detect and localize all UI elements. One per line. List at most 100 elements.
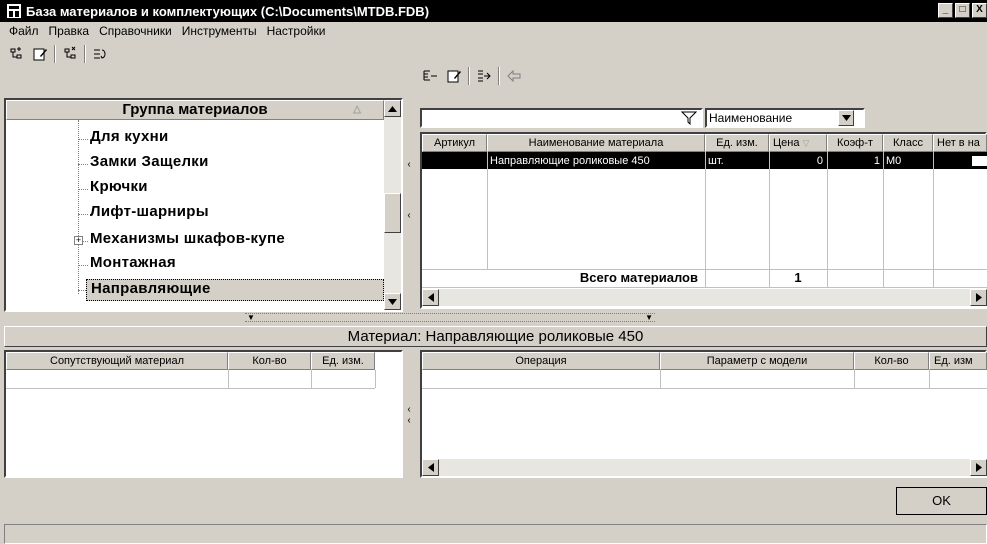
chevron-left-icon: ‹ xyxy=(407,210,411,221)
delete-group-button[interactable] xyxy=(60,44,80,64)
ok-button[interactable]: OK xyxy=(896,487,987,515)
splitter-grip[interactable]: ▼ ▼ xyxy=(245,313,655,322)
vertical-splitter[interactable]: ‹ ‹ xyxy=(405,150,413,230)
tree-connector xyxy=(78,120,79,294)
scroll-left-button[interactable] xyxy=(422,289,439,306)
move-group-button[interactable] xyxy=(90,44,110,64)
ok-button-label: OK xyxy=(932,493,951,508)
scroll-right-button[interactable] xyxy=(970,289,987,306)
col-header-name[interactable]: Наименование материала xyxy=(487,134,705,152)
minimize-button[interactable]: _ xyxy=(938,3,953,18)
material-label-bar: Материал: Направляющие роликовые 450 xyxy=(4,326,987,347)
chevron-down-icon xyxy=(841,115,851,121)
absent-checkbox[interactable] xyxy=(972,156,987,166)
grid-line xyxy=(228,370,229,388)
maximize-button[interactable]: □ xyxy=(955,3,970,18)
close-button[interactable]: X xyxy=(972,3,987,18)
col-header-operation[interactable]: Операция xyxy=(422,352,660,370)
scroll-up-button[interactable] xyxy=(384,100,401,117)
arrow-down-icon xyxy=(388,298,397,305)
scroll-down-button[interactable] xyxy=(384,293,401,310)
col-header-coef[interactable]: Коэф-т xyxy=(827,134,883,152)
chevron-down-icon: ▼ xyxy=(645,313,653,322)
scroll-left-button[interactable] xyxy=(422,459,439,476)
edit-icon xyxy=(33,48,47,61)
cell-unit: шт. xyxy=(708,155,724,167)
tree-item[interactable]: Для кухни xyxy=(90,128,169,145)
delete-tree-icon xyxy=(64,46,76,59)
scroll-right-button[interactable] xyxy=(970,459,987,476)
operations-hscrollbar[interactable] xyxy=(422,459,987,476)
col-header-price[interactable]: Цена ▽ xyxy=(769,134,827,152)
menu-references[interactable]: Справочники xyxy=(94,24,177,38)
materials-hscrollbar[interactable] xyxy=(422,289,987,306)
col-header-price-label: Цена xyxy=(773,137,800,149)
tree-connector xyxy=(78,139,88,140)
tree-item-selected[interactable]: Направляющие xyxy=(86,279,384,301)
grid-line xyxy=(705,152,706,287)
menu-file[interactable]: Файл xyxy=(4,24,44,38)
menu-bar: Файл Правка Справочники Инструменты Наст… xyxy=(0,22,987,40)
arrow-right-icon xyxy=(975,293,982,302)
cell-name: Направляющие роликовые 450 xyxy=(490,155,650,167)
chevron-left-icon: ‹ xyxy=(407,404,411,415)
add-group-button[interactable] xyxy=(6,44,26,64)
filter-button[interactable] xyxy=(678,110,700,126)
grid-line xyxy=(769,152,770,287)
col-header-article[interactable]: Артикул xyxy=(422,134,487,152)
grid-line xyxy=(883,152,884,287)
material-label: Материал: Направляющие роликовые 450 xyxy=(347,328,644,345)
col-header-unit[interactable]: Ед. изм. xyxy=(311,352,375,370)
toolbar-separator xyxy=(468,67,470,85)
col-header-qty[interactable]: Кол-во xyxy=(228,352,311,370)
col-header-unit[interactable]: Ед. изм. xyxy=(705,134,769,152)
field-select-dropdown[interactable] xyxy=(838,110,854,126)
toolbar-separator xyxy=(498,67,500,85)
sort-desc-icon: ▽ xyxy=(802,138,810,148)
col-header-qty[interactable]: Кол-во xyxy=(854,352,929,370)
edit-group-button[interactable] xyxy=(30,44,50,64)
tree-connector xyxy=(78,164,88,165)
tree-item[interactable]: Крючки xyxy=(90,178,148,195)
edit-icon xyxy=(447,70,461,83)
move-icon xyxy=(94,49,106,59)
tree-item[interactable]: Механизмы шкафов-купе xyxy=(90,230,285,247)
vertical-splitter[interactable]: ‹ ‹ xyxy=(405,395,413,435)
col-header-absent[interactable]: Нет в на xyxy=(933,134,987,152)
col-header-unit[interactable]: Ед. изм xyxy=(929,352,987,370)
materials-toolbar xyxy=(420,64,524,88)
add-material-button[interactable] xyxy=(420,66,440,86)
menu-settings[interactable]: Настройки xyxy=(262,24,331,38)
expand-plus-icon[interactable]: + xyxy=(74,236,83,245)
search-input[interactable] xyxy=(420,108,703,128)
tree-connector xyxy=(83,241,88,242)
app-icon xyxy=(7,4,21,18)
add-tree-icon xyxy=(10,47,22,59)
menu-tools[interactable]: Инструменты xyxy=(177,24,262,38)
edit-material-button[interactable] xyxy=(444,66,464,86)
move-material-button[interactable] xyxy=(474,66,494,86)
grid-line xyxy=(311,370,312,388)
title-bar: База материалов и комплектующих (C:\Docu… xyxy=(0,0,987,22)
chevron-left-icon: ‹ xyxy=(407,159,411,170)
back-button[interactable] xyxy=(504,66,524,86)
window-title: База материалов и комплектующих (C:\Docu… xyxy=(26,3,430,19)
toolbar-separator xyxy=(84,45,86,63)
col-header-model-param[interactable]: Параметр с модели xyxy=(660,352,854,370)
cell-price: 0 xyxy=(816,155,823,167)
arrow-left-icon xyxy=(427,293,434,302)
menu-edit[interactable]: Правка xyxy=(44,24,95,38)
grid-line xyxy=(929,370,930,388)
col-header-companion[interactable]: Сопутствующий материал xyxy=(6,352,228,370)
tree-header[interactable]: Группа материалов △ xyxy=(6,100,384,120)
col-header-class[interactable]: Класс xyxy=(883,134,933,152)
grid-line xyxy=(422,287,987,288)
tree-item[interactable]: Лифт-шарниры xyxy=(90,203,209,220)
grid-line xyxy=(660,370,661,388)
grid-line xyxy=(827,152,828,287)
scroll-thumb[interactable] xyxy=(384,193,401,233)
tree-item[interactable]: Монтажная xyxy=(90,254,176,271)
arrow-up-icon xyxy=(388,105,397,112)
tree-item[interactable]: Замки Защелки xyxy=(90,153,209,170)
arrow-right-icon xyxy=(975,463,982,472)
